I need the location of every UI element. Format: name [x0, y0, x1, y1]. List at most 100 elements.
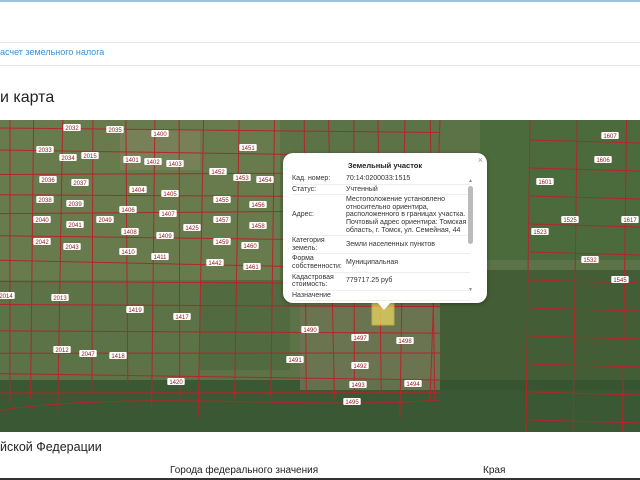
column-header: Края [483, 465, 506, 476]
map-label: 1403 [168, 162, 182, 168]
popup-row: Кадастровая стоимость: 779717.25 руб [292, 273, 470, 291]
scroll-up-icon[interactable]: ▲ [468, 178, 473, 184]
popup-row: Кад. номер: 70:14:0200033:1515 [292, 174, 470, 185]
row-value: Земли населенных пунктов [346, 240, 436, 248]
map-label: 1401 [125, 158, 139, 164]
map-label: 1606 [596, 158, 610, 164]
map-label: 1458 [251, 224, 265, 230]
row-label: Адрес: [292, 211, 314, 219]
row-value: 70:14:0200033:1515 [346, 175, 411, 182]
popup-row: Категория земель: Земли населенных пункто… [292, 236, 470, 255]
map-label: 1532 [583, 258, 597, 264]
map-label: 2039 [68, 202, 82, 208]
map-label: 1490 [303, 328, 317, 334]
popup-scrollbar[interactable]: ▲ ▼ [468, 178, 473, 293]
map-label: 1525 [563, 218, 577, 224]
map-label: 1407 [161, 212, 175, 218]
divider [0, 65, 640, 66]
map-label: 1454 [258, 178, 272, 184]
map-label: 2043 [65, 245, 79, 251]
map-label: 1453 [235, 176, 249, 182]
map-label: 1455 [215, 198, 229, 204]
map-label: 2040 [35, 218, 49, 224]
map-label: 1410 [121, 250, 135, 256]
map-label: 1405 [163, 192, 177, 198]
map-label: 1409 [158, 234, 172, 240]
map-label: 1425 [185, 226, 199, 232]
map-label: 1451 [241, 146, 255, 152]
map-label: 1406 [121, 208, 135, 214]
row-value: Муниципальная [346, 259, 399, 267]
map-label: 1492 [353, 364, 367, 370]
scroll-thumb[interactable] [468, 186, 473, 244]
parcel-info-popup: Земельный участок × Кад. номер: 70:14:020… [283, 153, 487, 310]
map-label: 2041 [68, 223, 82, 229]
map-label: 2047 [81, 352, 95, 358]
map-label: 1459 [215, 240, 229, 246]
row-label: Форма собственности: [292, 255, 342, 270]
map-label: 1457 [215, 218, 229, 224]
map-label: 2037 [73, 181, 87, 187]
map-label: 1460 [243, 244, 257, 250]
map-label: 2035 [108, 128, 122, 134]
popup-row: Адрес: Местоположение установлено относит… [292, 195, 470, 237]
terrain-patch[interactable] [300, 300, 440, 390]
map-label: 2014 [0, 294, 13, 300]
map-label: 2038 [38, 198, 52, 204]
map-label: 1461 [245, 265, 259, 271]
map-label: 1495 [345, 400, 359, 406]
column-header: Города федерального значения [170, 465, 319, 476]
map-label: 1545 [613, 278, 627, 284]
map-label: 1607 [603, 134, 617, 140]
map-label: 1419 [128, 308, 142, 314]
top-border [0, 0, 640, 2]
popup-pointer [377, 302, 391, 310]
map-label: 1498 [398, 339, 412, 345]
map-label: 1601 [538, 180, 552, 186]
popup-title: Земельный участок [347, 161, 423, 170]
land-tax-calc-link[interactable]: асчет земельного налога [0, 47, 104, 57]
row-value: Учтенный [346, 185, 378, 193]
row-value: Местоположение установлено относительно … [346, 196, 467, 234]
map-label: 2049 [98, 218, 112, 224]
map-label: 1617 [623, 218, 637, 224]
map-label: 1417 [175, 315, 189, 321]
popup-rows[interactable]: Кад. номер: 70:14:0200033:1515 Статус: Учт… [292, 174, 470, 301]
map-label: 1452 [211, 170, 225, 176]
map-label: 1523 [533, 230, 547, 236]
map-label: 2036 [41, 178, 55, 184]
map-label: 1491 [288, 358, 302, 364]
map-label: 2034 [61, 156, 75, 162]
popup-row: Назначение [292, 291, 470, 301]
map-label: 2013 [53, 296, 67, 302]
map-label: 2015 [83, 154, 97, 160]
terrain-patch[interactable] [200, 280, 290, 370]
map-label: 1411 [154, 255, 168, 261]
row-label: Назначение [292, 291, 331, 299]
map-label: 2033 [38, 148, 52, 154]
map-label: 1420 [169, 380, 183, 386]
map-label: 1456 [251, 203, 265, 209]
divider [0, 42, 640, 43]
close-icon[interactable]: × [478, 155, 483, 165]
map-label: 1400 [153, 132, 167, 138]
map-label: 1418 [111, 354, 125, 360]
section-title: йской Федерации [0, 440, 102, 454]
row-value: 779717.25 руб [346, 277, 393, 285]
map-label: 2032 [65, 126, 79, 132]
popup-row: Форма собственности: Муниципальная [292, 254, 470, 273]
page-title: и карта [0, 89, 55, 106]
row-label: Категория земель: [292, 237, 325, 252]
map-label: 1404 [131, 188, 145, 194]
map-label: 1442 [208, 261, 222, 267]
row-label: Кадастровая стоимость: [292, 273, 334, 289]
scroll-down-icon[interactable]: ▼ [468, 287, 473, 293]
map-label: 2042 [35, 240, 49, 246]
map-label: 1408 [123, 230, 137, 236]
map-label: 1402 [146, 160, 160, 166]
map-label: 1493 [351, 383, 365, 389]
popup-row: Статус: Учтенный [292, 185, 470, 196]
map-label: 2012 [55, 348, 69, 354]
map-label: 1494 [406, 382, 420, 388]
row-label: Кад. номер: [292, 175, 331, 182]
